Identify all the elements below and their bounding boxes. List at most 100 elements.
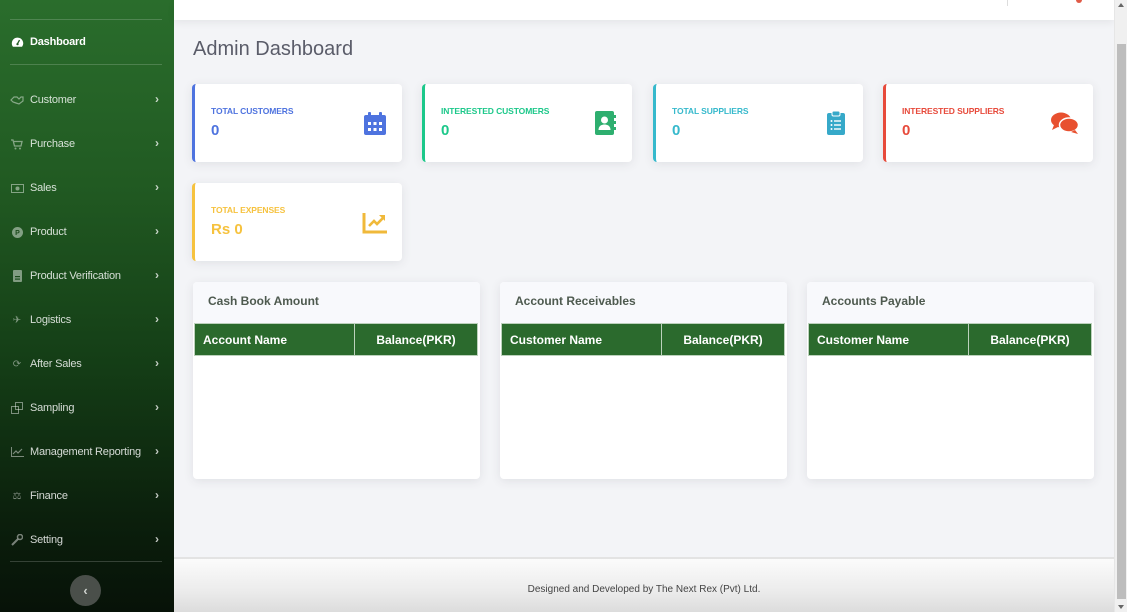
handshake-icon xyxy=(10,93,24,107)
chevron-right-icon: › xyxy=(155,488,159,502)
column-header-customer-name[interactable]: Customer Name xyxy=(501,323,662,356)
calendar-icon xyxy=(362,110,388,136)
scrollbar-thumb[interactable] xyxy=(1117,44,1126,599)
sidebar: Dashboard Customer › Purchase › Sales › … xyxy=(0,0,174,612)
chart-line-icon xyxy=(10,445,24,459)
cash-book-table: Account Name Balance(PKR) xyxy=(194,323,478,356)
scroll-up-icon[interactable] xyxy=(1118,3,1124,7)
stat-value: 0 xyxy=(902,122,911,139)
stat-value: Rs 0 xyxy=(211,221,243,238)
topbar-divider xyxy=(1007,0,1008,6)
product-circle-icon: P xyxy=(10,225,24,239)
chevron-right-icon: › xyxy=(155,312,159,326)
topbar xyxy=(174,0,1114,20)
chevron-right-icon: › xyxy=(155,356,159,370)
svg-text:P: P xyxy=(15,230,20,237)
column-header-account-name[interactable]: Account Name xyxy=(194,323,355,356)
column-header-balance[interactable]: Balance(PKR) xyxy=(354,323,478,356)
comments-icon xyxy=(1049,110,1081,136)
chevron-right-icon: › xyxy=(155,224,159,238)
panel-title: Account Receivables xyxy=(500,282,787,323)
column-header-balance[interactable]: Balance(PKR) xyxy=(968,323,1092,356)
sidebar-item-customer[interactable]: Customer › xyxy=(0,88,174,112)
sidebar-item-management-reporting[interactable]: Management Reporting › xyxy=(0,440,174,464)
stat-value: 0 xyxy=(211,122,220,139)
sidebar-item-setting[interactable]: Setting › xyxy=(0,528,174,552)
sidebar-divider xyxy=(10,561,162,562)
footer: Designed and Developed by The Next Rex (… xyxy=(174,557,1114,612)
sync-icon: ⟳ xyxy=(12,358,22,370)
stat-card-interested-suppliers[interactable]: Interested Suppliers 0 xyxy=(883,84,1093,162)
column-header-customer-name[interactable]: Customer Name xyxy=(808,323,969,356)
panel-title: Cash Book Amount xyxy=(193,282,480,323)
sidebar-item-product[interactable]: P Product › xyxy=(0,220,174,244)
wrench-icon xyxy=(10,533,24,547)
stat-value: 0 xyxy=(672,122,681,139)
table-header-row: Customer Name Balance(PKR) xyxy=(501,323,785,356)
column-header-balance[interactable]: Balance(PKR) xyxy=(661,323,785,356)
table-header-row: Account Name Balance(PKR) xyxy=(194,323,478,356)
account-receivables-panel: Account Receivables Customer Name Balanc… xyxy=(500,282,787,479)
stat-card-interested-customers[interactable]: Interested Customers 0 xyxy=(422,84,632,162)
sidebar-item-label: After Sales xyxy=(30,358,82,370)
stat-card-total-expenses[interactable]: Total Expenses Rs 0 xyxy=(192,183,402,261)
clone-icon xyxy=(10,401,24,415)
clipboard-list-icon xyxy=(823,110,849,136)
sidebar-item-sampling[interactable]: Sampling › xyxy=(0,396,174,420)
chevron-right-icon: › xyxy=(155,400,159,414)
table-header-row: Customer Name Balance(PKR) xyxy=(808,323,1092,356)
sidebar-divider xyxy=(10,64,162,65)
sidebar-divider xyxy=(10,19,162,20)
stat-label: Total Suppliers xyxy=(672,106,749,116)
cart-icon xyxy=(10,137,24,151)
sidebar-item-label: Sampling xyxy=(30,402,75,414)
stat-label: Interested Customers xyxy=(441,106,550,116)
sidebar-item-label: Logistics xyxy=(30,314,71,326)
stat-label: Total Customers xyxy=(211,106,294,116)
sidebar-item-label: Customer xyxy=(30,94,77,106)
id-badge-icon xyxy=(10,269,24,283)
panel-title: Accounts Payable xyxy=(807,282,1094,323)
sidebar-item-label: Sales xyxy=(30,182,57,194)
sidebar-item-label: Product xyxy=(30,226,67,238)
account-receivables-table: Customer Name Balance(PKR) xyxy=(501,323,785,356)
sidebar-item-finance[interactable]: ⚖ Finance › xyxy=(0,484,174,508)
chevron-right-icon: › xyxy=(155,532,159,546)
accounts-payable-panel: Accounts Payable Customer Name Balance(P… xyxy=(807,282,1094,479)
sidebar-item-label: Management Reporting xyxy=(30,446,141,458)
stat-card-total-customers[interactable]: Total Customers 0 xyxy=(192,84,402,162)
scroll-down-icon[interactable] xyxy=(1118,605,1124,609)
money-bill-icon xyxy=(10,181,24,195)
page-scrollbar[interactable] xyxy=(1114,0,1127,612)
stat-label: Interested Suppliers xyxy=(902,106,1005,116)
user-menu-icon[interactable] xyxy=(1076,0,1082,3)
sidebar-item-label: Finance xyxy=(30,490,68,502)
sidebar-item-purchase[interactable]: Purchase › xyxy=(0,132,174,156)
sidebar-item-sales[interactable]: Sales › xyxy=(0,176,174,200)
tachometer-icon xyxy=(10,35,24,49)
accounts-payable-table: Customer Name Balance(PKR) xyxy=(808,323,1092,356)
cash-book-panel: Cash Book Amount Account Name Balance(PK… xyxy=(193,282,480,479)
sidebar-item-label: Product Verification xyxy=(30,270,121,282)
sidebar-item-label: Setting xyxy=(30,534,63,546)
balance-scale-icon: ⚖ xyxy=(12,490,22,502)
chevron-right-icon: › xyxy=(155,268,159,282)
address-book-icon xyxy=(592,110,618,136)
chevron-right-icon: › xyxy=(155,180,159,194)
sidebar-item-label: Dashboard xyxy=(30,36,86,48)
stat-card-total-suppliers[interactable]: Total Suppliers 0 xyxy=(653,84,863,162)
sidebar-item-product-verification[interactable]: Product Verification › xyxy=(0,264,174,288)
sidebar-item-logistics[interactable]: ✈ Logistics › xyxy=(0,308,174,332)
chevron-left-icon: ‹ xyxy=(83,583,88,598)
plane-icon: ✈ xyxy=(12,314,22,326)
sidebar-item-after-sales[interactable]: ⟳ After Sales › xyxy=(0,352,174,376)
stat-value: 0 xyxy=(441,122,450,139)
chart-area-icon xyxy=(362,209,388,235)
page-title: Admin Dashboard xyxy=(193,38,354,60)
chevron-right-icon: › xyxy=(155,92,159,106)
chevron-right-icon: › xyxy=(155,444,159,458)
chevron-right-icon: › xyxy=(155,136,159,150)
stat-label: Total Expenses xyxy=(211,205,286,215)
sidebar-item-dashboard[interactable]: Dashboard xyxy=(0,30,174,54)
sidebar-toggle-button[interactable]: ‹ xyxy=(70,575,101,606)
